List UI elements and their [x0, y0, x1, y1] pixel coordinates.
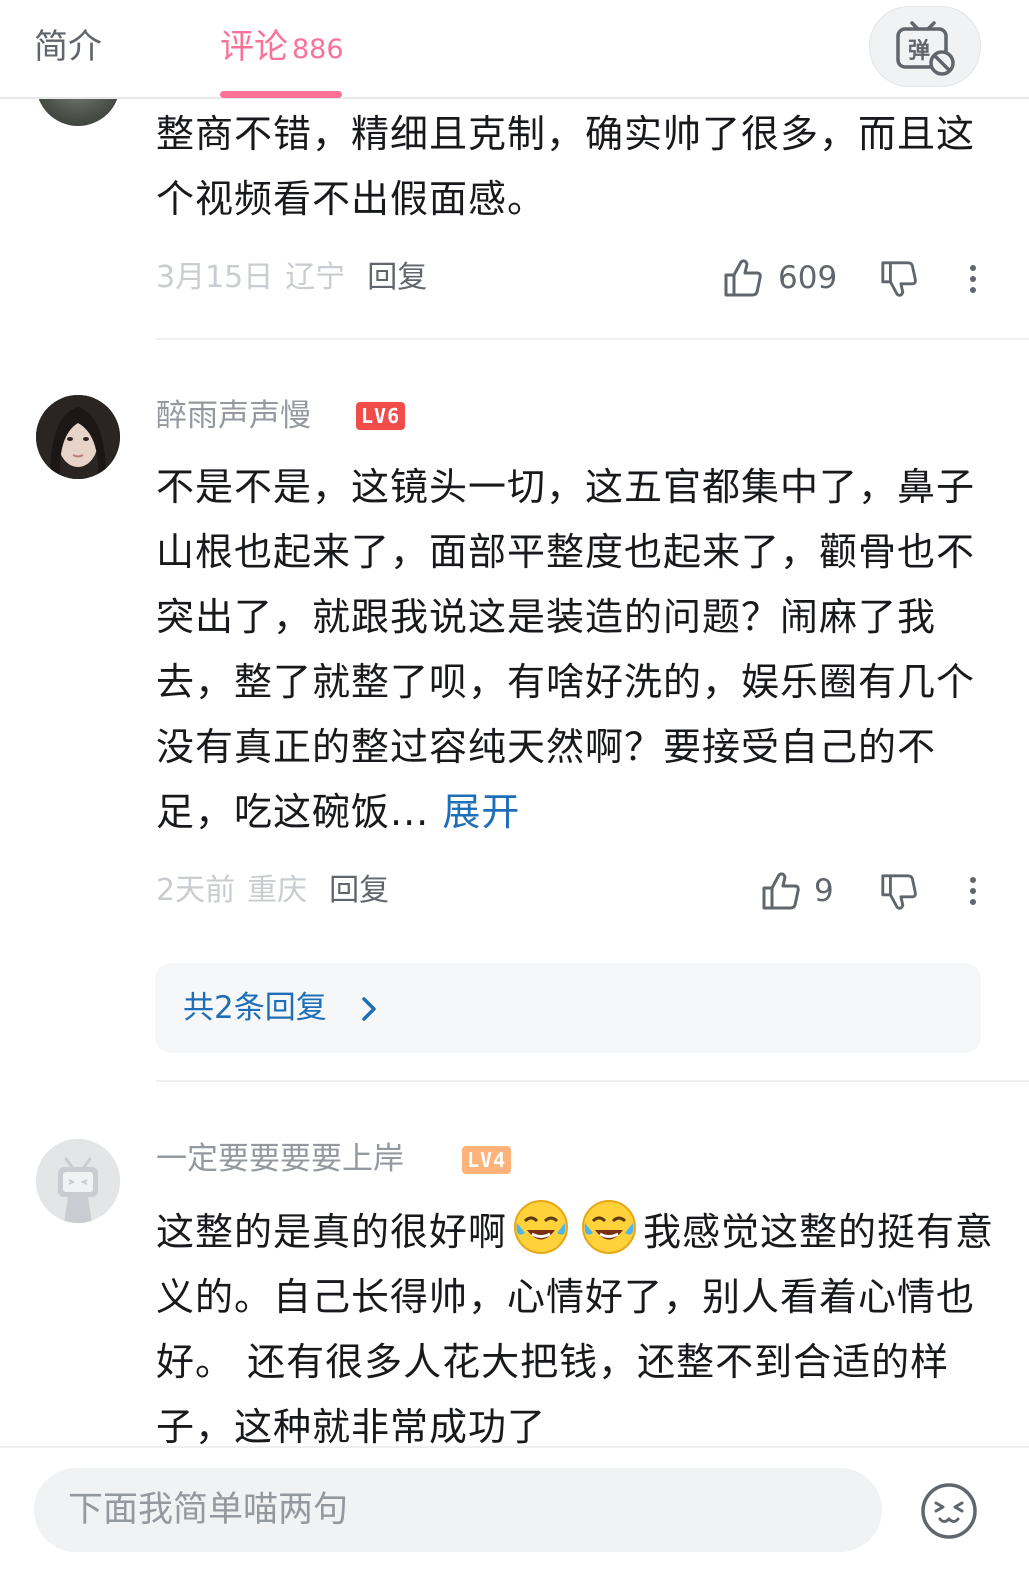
default-avatar-icon: [36, 1139, 120, 1223]
comment-text: 不是不是，这镜头一切，这五官都集中了，鼻子山根也起来了，面部平整度也起来了，颧骨…: [156, 455, 996, 845]
danmaku-off-icon: 弹: [896, 21, 955, 76]
avatar[interactable]: [36, 395, 120, 479]
like-button[interactable]: 609: [722, 256, 838, 300]
replies-count-label: 共2条回复: [183, 990, 327, 1026]
level-badge: LV4: [462, 1146, 512, 1174]
comment-date: 3月15日: [156, 260, 274, 295]
comment-input[interactable]: 下面我简单喵两句: [34, 1468, 882, 1552]
reply-button[interactable]: 回复: [367, 260, 427, 295]
like-count: 609: [778, 260, 838, 296]
comment-input-bar: 下面我简单喵两句: [0, 1446, 1029, 1591]
tab-intro[interactable]: 简介: [34, 24, 102, 70]
tab-bar: 简介 评论 886 弹: [0, 0, 1029, 99]
svg-text:弹: 弹: [908, 39, 930, 64]
level-badge: LV6: [356, 402, 406, 430]
thumbs-up-icon: [724, 259, 762, 297]
chevron-right-icon: [362, 997, 376, 1021]
thumbs-up-icon: [762, 872, 800, 910]
emoji-face-icon[interactable]: [920, 1482, 978, 1540]
comments-count: 886: [292, 34, 344, 65]
divider: [156, 1080, 1029, 1082]
username[interactable]: 一定要要要要上岸: [156, 1139, 404, 1179]
crying-laugh-emoji-icon: [514, 1200, 569, 1254]
comment-text: 整商不错，精细且克制，确实帅了很多，而且这个视频看不出假面感。: [156, 112, 976, 221]
more-vertical-icon[interactable]: [968, 260, 978, 300]
comment-text-body: 不是不是，这镜头一切，这五官都集中了，鼻子山根也起来了，面部平整度也起来了，颧骨…: [156, 465, 976, 834]
more-vertical-icon[interactable]: [968, 872, 978, 912]
tab-comments-label: 评论: [220, 27, 288, 67]
comment-text-part: 这整的是真的很好啊: [156, 1210, 508, 1254]
avatar-image: [36, 395, 120, 479]
reply-button[interactable]: 回复: [329, 873, 389, 908]
like-button[interactable]: 9: [760, 869, 834, 913]
crying-laugh-emoji-icon: [582, 1200, 637, 1254]
username[interactable]: 醉雨声声慢: [156, 396, 311, 436]
like-count: 9: [814, 873, 834, 909]
comment-list: 整商不错，精细且克制，确实帅了很多，而且这个视频看不出假面感。 3月15日 辽宁回…: [0, 0, 1029, 1591]
comment-location: 重庆: [247, 873, 308, 908]
comment-date: 2天前: [156, 873, 236, 908]
danmaku-toggle-button[interactable]: 弹: [869, 6, 981, 87]
comment-text: 这整的是真的很好啊 我感觉这整的挺有意义的。自己长得帅，心情好了，别人看着心情也…: [156, 1199, 996, 1444]
tab-comments[interactable]: 评论 886: [220, 24, 344, 73]
divider: [156, 338, 1029, 340]
active-tab-indicator: [220, 91, 342, 98]
thumbs-down-icon[interactable]: [879, 259, 919, 299]
thumbs-down-icon[interactable]: [879, 872, 919, 912]
expand-link[interactable]: 展开: [442, 790, 520, 834]
comment-location: 辽宁: [285, 260, 346, 295]
comment-meta: 2天前 重庆 回复: [156, 869, 389, 913]
comment-meta: 3月15日 辽宁 回复: [156, 256, 427, 300]
avatar[interactable]: [36, 1139, 120, 1223]
view-replies-button[interactable]: 共2条回复: [155, 963, 981, 1053]
